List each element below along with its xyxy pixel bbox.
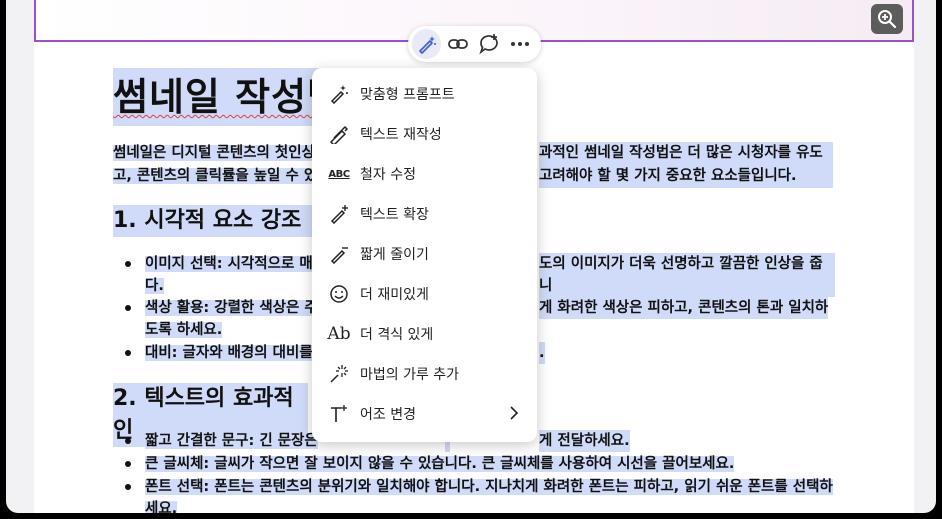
list-item[interactable]: 큰 글씨체: 글씨가 작으면 잘 보이지 않을 수 있습니다. 큰 글씨체를 사… — [145, 453, 835, 475]
more-icon — [511, 42, 530, 46]
ai-actions-menu: 맞춤형 프롬프트 텍스트 재작성 ABC 철자 수정 텍스트 확장 짧게 줄이기 — [312, 68, 537, 442]
formal-icon: Ab — [327, 324, 351, 344]
ai-assist-button[interactable] — [412, 29, 442, 59]
chevron-right-icon — [509, 405, 519, 425]
menu-item-spelling[interactable]: ABC 철자 수정 — [312, 154, 537, 194]
insert-link-button[interactable] — [443, 29, 472, 59]
tone-icon — [328, 403, 350, 425]
bullet-dot — [125, 438, 131, 444]
add-comment-button[interactable] — [475, 29, 504, 59]
expand-text-icon — [328, 203, 350, 225]
sparkle-dust-icon — [328, 363, 350, 385]
bullet-dot — [125, 350, 131, 356]
comment-add-icon — [479, 34, 498, 55]
bullet-dot — [125, 461, 131, 467]
menu-item-magic-dust[interactable]: 마법의 가루 추가 — [312, 354, 537, 394]
ai-magic-pen-icon — [418, 36, 436, 54]
zoom-in-button[interactable] — [871, 4, 903, 34]
bullet-dot — [125, 305, 131, 311]
more-options-button[interactable] — [506, 29, 535, 59]
menu-item-rewrite[interactable]: 텍스트 재작성 — [312, 114, 537, 154]
link-icon — [447, 39, 468, 49]
menu-item-expand[interactable]: 텍스트 확장 — [312, 194, 537, 234]
custom-prompt-icon — [328, 83, 350, 105]
section1-heading[interactable]: 1. 시각적 요소 강조 — [113, 205, 328, 237]
menu-item-change-tone[interactable]: 어조 변경 — [312, 394, 537, 434]
smiley-icon — [328, 283, 350, 305]
list-item[interactable]: 폰트 선택: 폰트는 콘텐츠의 분위기와 일치해야 합니다. 지나치게 화려한 … — [145, 476, 835, 513]
menu-item-funnier[interactable]: 더 재미있게 — [312, 274, 537, 314]
rewrite-icon — [328, 123, 350, 145]
document-title[interactable]: 썸네일 작성법 — [113, 68, 343, 126]
app-window: 썸네일 작성법 썸네일은 디지털 콘텐츠의 첫인상 과적인 썸네일 작성법은 더… — [6, 0, 936, 513]
menu-item-custom-prompt[interactable]: 맞춤형 프롬프트 — [312, 74, 537, 114]
bullet-dot — [125, 484, 131, 490]
spelling-icon: ABC — [328, 168, 350, 180]
floating-toolbar — [408, 26, 541, 62]
zoom-in-icon — [878, 10, 897, 29]
menu-item-shorten[interactable]: 짧게 줄이기 — [312, 234, 537, 274]
menu-item-formal[interactable]: Ab 더 격식 있게 — [312, 314, 537, 354]
shorten-icon — [328, 243, 350, 265]
bullet-dot — [125, 261, 131, 267]
